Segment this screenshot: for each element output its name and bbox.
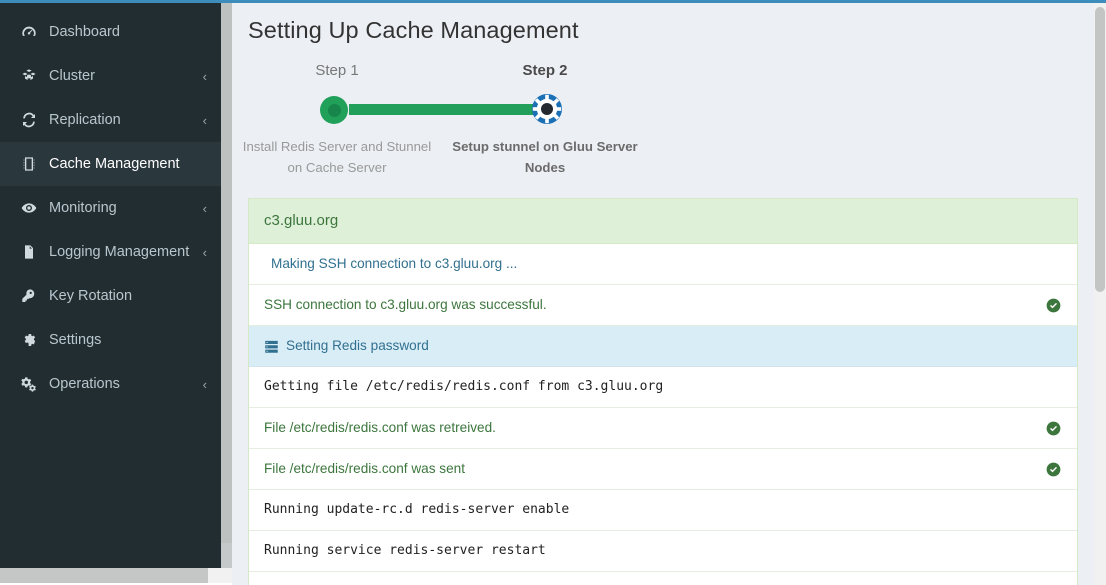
step-1-title: Step 1 [315,62,359,79]
refresh-icon [21,111,41,129]
log-row: File /etc/redis/redis.conf was sent [249,449,1077,490]
sidebar-item-label: Logging Management [49,244,190,260]
log-row-text: File /etc/redis/redis.conf was retreived… [264,420,496,435]
check-circle-icon [1046,462,1061,477]
chevron-left-icon: ‹ [202,112,207,128]
sidebar-item-cluster[interactable]: Cluster ‹ [0,54,221,98]
step-2-description: Setup stunnel on Gluu Server Nodes [452,139,638,175]
main-content: Setting Up Cache Management Step 1 Step … [232,3,1094,585]
sidebar-item-label: Operations [49,376,120,392]
log-row-text: Getting file /etc/redis/redis.conf from … [264,379,664,394]
page-scrollbar-thumb[interactable] [1095,7,1105,292]
sidebar-nav: Dashboard Cluster ‹ Replication ‹ Cache Manag… [0,3,221,568]
log-row: File /etc/redis/redis.conf was retreived… [249,408,1077,449]
stepper-track [232,90,1094,130]
log-row-text: Making SSH connection to c3.gluu.org ... [271,256,518,271]
log-panel-header: c3.gluu.org [249,199,1077,244]
sidebar-item-cache-management[interactable]: Cache Management [0,142,221,186]
sidebar-item-label: Replication [49,112,121,128]
file-icon [21,243,41,261]
stepper-titles: Step 1 Step 2 [232,62,1094,84]
log-panel: c3.gluu.org Making SSH connection to c3.… [248,198,1078,585]
log-row-list: Making SSH connection to c3.gluu.org ...… [249,244,1077,585]
log-row-text: File /etc/redis/redis.conf was sent [264,461,465,476]
cogs-icon [21,375,41,393]
sidebar-item-label: Monitoring [49,200,117,216]
chevron-left-icon: ‹ [202,68,207,84]
log-row-text: Running update-rc.d redis-server enable [264,502,570,517]
sidebar-item-logging-management[interactable]: Logging Management ‹ [0,230,221,274]
sidebar-item-label: Cluster [49,68,95,84]
sidebar-horizontal-scrollbar-thumb[interactable] [0,568,208,583]
memory-icon [21,155,41,173]
sidebar-item-label: Key Rotation [49,288,133,304]
sidebar-item-label: Cache Management [49,156,180,172]
sidebar: Dashboard Cluster ‹ Replication ‹ Cache Manag… [0,3,232,568]
log-row: Making SSH connection to c3.gluu.org ... [249,244,1077,285]
app-root: Dashboard Cluster ‹ Replication ‹ Cache Manag… [0,0,1106,585]
step-1-indicator[interactable] [320,96,348,124]
log-row-label: Setting Redis password [286,338,429,353]
sidebar-item-replication[interactable]: Replication ‹ [0,98,221,142]
sidebar-item-dashboard[interactable]: Dashboard [0,10,221,54]
gear-icon [21,331,41,349]
dashboard-icon [21,23,41,41]
step-2-title: Step 2 [522,62,568,79]
eye-icon [21,199,41,217]
log-row: Setting Redis password [249,326,1077,367]
stepper-descriptions: Install Redis Server and Stunnel on Cach… [232,136,1094,180]
server-icon [264,339,279,354]
log-row: Running update-rc.d redis-server enable [249,490,1077,531]
chevron-left-icon: ‹ [202,200,207,216]
sidebar-item-settings[interactable]: Settings [0,318,221,362]
chevron-left-icon: ‹ [202,376,207,392]
sidebar-horizontal-scrollbar-track[interactable] [0,568,232,583]
sidebar-item-operations[interactable]: Operations ‹ [0,362,221,406]
log-row-text: SSH connection to c3.gluu.org was succes… [264,297,547,312]
sidebar-item-label: Settings [49,332,102,348]
sidebar-item-label: Dashboard [49,24,120,40]
log-row: Running service redis-server restart [249,531,1077,572]
log-row: SSH connection to c3.gluu.org was succes… [249,285,1077,326]
step-1-description: Install Redis Server and Stunnel on Cach… [242,139,432,175]
sidebar-item-monitoring[interactable]: Monitoring ‹ [0,186,221,230]
top-accent-bar [0,0,1106,3]
log-row: Enabling stunnel [249,572,1077,585]
setup-stepper: Step 1 Step 2 Install Redis Server and S… [232,62,1094,194]
log-row-text: Setting Redis password [264,337,429,355]
gear-spinner-icon [532,94,562,124]
check-circle-icon [1046,421,1061,436]
sidebar-scrollbar-track[interactable] [221,3,232,568]
chevron-left-icon: ‹ [202,244,207,260]
cubes-icon [21,67,41,85]
step-2-indicator[interactable] [531,93,563,125]
log-row-text: Running service redis-server restart [264,543,546,558]
log-row: Getting file /etc/redis/redis.conf from … [249,367,1077,408]
filled-circle-icon [327,103,341,117]
stepper-progress-line [349,104,555,115]
sidebar-item-key-rotation[interactable]: Key Rotation [0,274,221,318]
check-circle-icon [1046,298,1061,313]
sidebar-scrollbar-thumb[interactable] [221,3,232,543]
page-title: Setting Up Cache Management [248,17,579,43]
key-icon [21,287,41,305]
content-right-gutter [1082,3,1094,585]
